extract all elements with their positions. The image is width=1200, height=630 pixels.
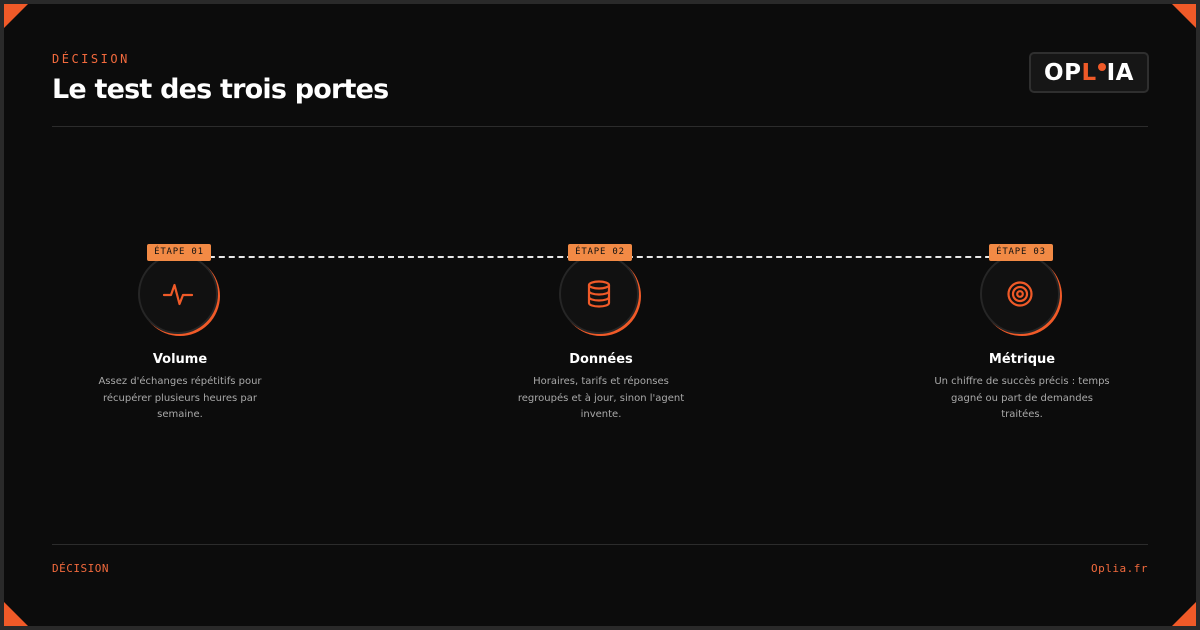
logo-dot-icon (1097, 62, 1106, 71)
slide-frame: DÉCISION Le test des trois portes OP L IA … (4, 4, 1196, 626)
database-icon (587, 280, 611, 308)
section-eyebrow: DÉCISION (52, 52, 130, 66)
logo-text-part2: L (1081, 59, 1097, 86)
step-badge: ÉTAPE 01 (147, 244, 211, 261)
target-icon (1007, 281, 1033, 307)
corner-accent-top-right (1172, 4, 1196, 28)
corner-accent-top-left (4, 4, 28, 28)
footer-section-label: DÉCISION (52, 562, 109, 575)
header-divider (52, 126, 1148, 127)
corner-accent-bottom-left (4, 602, 28, 626)
corner-accent-bottom-right (1172, 602, 1196, 626)
step-description: Horaires, tarifs et réponses regroupés e… (517, 376, 685, 420)
step-icon-circle (138, 254, 222, 338)
footer-site-link[interactable]: Oplia.fr (1091, 562, 1148, 575)
step-badge: ÉTAPE 02 (568, 244, 632, 261)
step-badge: ÉTAPE 03 (989, 244, 1053, 261)
step-title: Volume (152, 352, 208, 367)
footer-divider (52, 544, 1148, 545)
logo-text-part3: IA (1106, 59, 1134, 86)
logo-text-part1: OP (1044, 59, 1082, 86)
pulse-icon (162, 283, 194, 306)
step-title: Métrique (988, 352, 1056, 367)
step-description: Un chiffre de succès précis : temps gagn… (934, 376, 1110, 420)
step-icon-circle (559, 254, 643, 338)
brand-logo: OP L IA (1029, 52, 1149, 93)
step-title: Données (569, 352, 633, 367)
page-title: Le test des trois portes (52, 74, 389, 105)
step-description: Assez d'échanges répétitifs pour récupér… (98, 376, 262, 420)
step-icon-circle (980, 254, 1064, 338)
